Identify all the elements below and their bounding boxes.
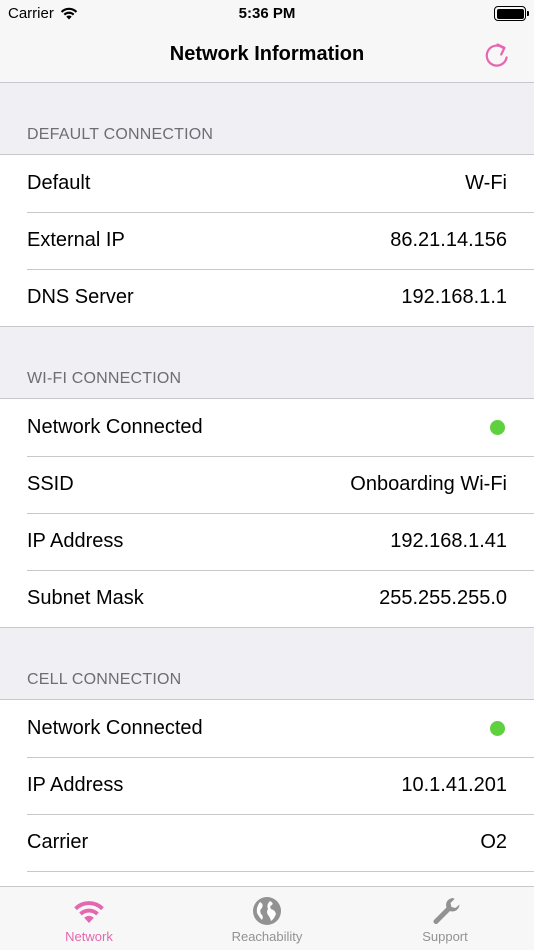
tab-network[interactable]: Network [0,887,178,950]
row-value: O2 [480,831,507,853]
status-bar: Carrier 5:36 PM [0,0,534,28]
connected-status-dot [490,721,505,736]
tab-bar: Network Reachability Support [0,886,534,950]
row-label: Default [27,172,91,194]
section-header-cell: CELL CONNECTION [0,628,534,699]
row-value: 86.21.14.156 [390,229,507,251]
status-time: 5:36 PM [238,5,296,22]
row-value: Onboarding Wi-Fi [350,473,507,495]
table-row: SSID Onboarding Wi-Fi [0,456,534,513]
table-row: Carrier O2 [0,814,534,871]
row-label: IP Address [27,774,124,796]
section-header-default: DEFAULT CONNECTION [0,83,534,154]
cell-connection-group: Network Connected IP Address 10.1.41.201… [0,699,534,886]
table-row: Network Connected [0,399,534,456]
section-header-label: DEFAULT CONNECTION [27,126,214,143]
row-label: Network Connected [27,416,203,438]
row-label: Subnet Mask [27,587,144,609]
table-row: Default W-Fi [0,155,534,212]
section-header-wifi: WI-FI CONNECTION [0,327,534,398]
section-header-label: WI-FI CONNECTION [27,370,182,387]
table-row: IP Address 192.168.1.41 [0,513,534,570]
navigation-bar: Network Information [0,28,534,83]
tab-label: Reachability [231,929,303,944]
table-row: IP Address 10.1.41.201 [0,757,534,814]
row-value: 192.168.1.41 [390,530,507,552]
wifi-icon [74,901,104,923]
row-label: SSID [27,473,74,495]
refresh-icon[interactable] [482,40,512,70]
row-label: Carrier [27,831,89,853]
row-value: 10.1.41.201 [401,774,507,796]
row-label: DNS Server [27,286,134,308]
wrench-icon [433,898,460,924]
tab-support[interactable]: Support [356,887,534,950]
globe-icon [253,897,281,925]
default-connection-group: Default W-Fi External IP 86.21.14.156 DN… [0,154,534,327]
network-info-list[interactable]: DEFAULT CONNECTION Default W-Fi External… [0,83,534,886]
battery-icon [494,6,529,21]
table-row: Subnet Mask 255.255.255.0 [0,570,534,627]
tab-label: Network [65,929,113,944]
table-row: External IP 86.21.14.156 [0,212,534,269]
row-label: External IP [27,229,125,251]
row-value: W-Fi [465,172,507,194]
page-title: Network Information [169,43,365,65]
row-value: 255.255.255.0 [379,587,507,609]
table-row: DNS Server 192.168.1.1 [0,269,534,326]
connected-status-dot [490,420,505,435]
wifi-connection-group: Network Connected SSID Onboarding Wi-Fi … [0,398,534,628]
row-value: 192.168.1.1 [401,286,507,308]
row-label: Network Connected [27,717,203,739]
tab-label: Support [422,929,468,944]
tab-reachability[interactable]: Reachability [178,887,356,950]
table-row: Network Connected [0,700,534,757]
section-header-label: CELL CONNECTION [27,671,182,688]
row-label: IP Address [27,530,124,552]
table-row [0,871,534,886]
